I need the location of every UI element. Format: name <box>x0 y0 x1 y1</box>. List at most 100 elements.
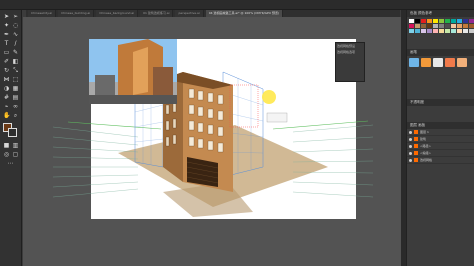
right-panel-dock: 色板 颜色参考 画笔 不透明度 图层 画板 图层 1 建筑 <路径> <编组> … <box>406 10 474 266</box>
gradient-tool-icon[interactable]: ▤ <box>12 94 19 101</box>
swatch[interactable] <box>409 19 414 23</box>
brush-thumbnail[interactable] <box>433 58 443 67</box>
swatch[interactable] <box>427 29 432 33</box>
screen-mode-icon[interactable]: ▢ <box>12 151 19 158</box>
swatch[interactable] <box>421 19 426 23</box>
swatch[interactable] <box>415 24 420 28</box>
zoom-tool-icon[interactable]: ⌕ <box>12 112 19 119</box>
swatch[interactable] <box>427 19 432 23</box>
swatch[interactable] <box>457 19 462 23</box>
direct-selection-tool-icon[interactable]: ➢ <box>12 13 19 20</box>
tab-document-active[interactable]: 04 透视画城堡工具.ai* @ 100% (CMYK/GPU 预览) <box>205 10 284 17</box>
brush-thumbnail[interactable] <box>457 58 467 67</box>
eraser-icon[interactable]: ◧ <box>12 58 19 65</box>
layers-panel-header[interactable]: 图层 画板 <box>407 122 474 129</box>
tab-document[interactable]: perspective.ai <box>175 10 204 17</box>
swatch[interactable] <box>463 29 468 33</box>
layer-row[interactable]: <编组> <box>407 150 474 157</box>
swatch[interactable] <box>451 24 456 28</box>
panel-subtitle: 透视网格选项 <box>337 50 356 54</box>
draw-mode-icon[interactable]: ◎ <box>3 151 10 158</box>
swatch[interactable] <box>445 29 450 33</box>
swatch[interactable] <box>421 29 426 33</box>
layer-row[interactable]: <路径> <box>407 143 474 150</box>
swatch[interactable] <box>451 19 456 23</box>
perspective-grid-icon[interactable]: ▦ <box>12 85 19 92</box>
swatch[interactable] <box>439 19 444 23</box>
swatch[interactable] <box>433 19 438 23</box>
menu-bar <box>0 0 474 10</box>
visibility-eye-icon[interactable] <box>409 144 412 148</box>
tab-document[interactable]: 01 建筑透视练习.ai <box>140 10 174 17</box>
swatch[interactable] <box>445 24 450 28</box>
swatch[interactable] <box>409 29 414 33</box>
swatch[interactable] <box>439 29 444 33</box>
free-transform-icon[interactable]: ⬚ <box>12 76 19 83</box>
magic-wand-icon[interactable]: ✦ <box>3 22 10 29</box>
pen-tool-icon[interactable]: ✒ <box>3 31 10 38</box>
swatch[interactable] <box>409 24 414 28</box>
rectangle-tool-icon[interactable]: ▭ <box>3 49 10 56</box>
visibility-eye-icon[interactable] <box>409 151 412 155</box>
swatch[interactable] <box>421 24 426 28</box>
swatch[interactable] <box>415 19 420 23</box>
swatch[interactable] <box>433 24 438 28</box>
layer-row[interactable]: 透视网格 <box>407 157 474 164</box>
selection-bounding-box <box>229 84 259 128</box>
swatch[interactable] <box>415 29 420 33</box>
layer-row[interactable]: 建筑 <box>407 136 474 143</box>
brush-thumbnail[interactable] <box>421 58 431 67</box>
type-tool-icon[interactable]: T <box>3 40 10 47</box>
rotate-tool-icon[interactable]: ↻ <box>3 67 10 74</box>
tab-document[interactable]: Chinese_building.ai <box>58 10 95 17</box>
swatch[interactable] <box>427 24 432 28</box>
swatch[interactable] <box>469 19 474 23</box>
gradient-mode-icon[interactable]: ▥ <box>12 142 19 149</box>
brush-thumbnail[interactable] <box>409 58 419 67</box>
layer-color-chip <box>414 158 418 162</box>
swatch[interactable] <box>463 24 468 28</box>
scale-tool-icon[interactable]: ⤡ <box>12 67 19 74</box>
line-tool-icon[interactable]: / <box>12 40 19 47</box>
stroke-color-swatch[interactable] <box>8 128 17 137</box>
swatch[interactable] <box>445 19 450 23</box>
tools-panel: ➤ ➢ ✦ ◌ ✒ ∿ T / ▭ ✎ ✐ ◧ ↻ ⤡ ⋈ ⬚ ◑ ▦ # ▤ … <box>0 10 22 266</box>
swatch[interactable] <box>469 29 474 33</box>
visibility-eye-icon[interactable] <box>409 158 412 162</box>
brush-thumbnail[interactable] <box>445 58 455 67</box>
layer-name: 建筑 <box>420 137 427 141</box>
visibility-eye-icon[interactable] <box>409 130 412 134</box>
curvature-tool-icon[interactable]: ∿ <box>12 31 19 38</box>
selection-tool-icon[interactable]: ➤ <box>3 13 10 20</box>
more-tools-icon[interactable]: ⋯ <box>7 160 14 167</box>
swatch[interactable] <box>457 24 462 28</box>
perspective-grid-left <box>52 126 139 198</box>
shaper-tool-icon[interactable]: ✐ <box>3 58 10 65</box>
shape-builder-icon[interactable]: ◑ <box>3 85 10 92</box>
swatches-grid <box>407 17 474 35</box>
swatch[interactable] <box>463 19 468 23</box>
eyedropper-icon[interactable]: ⌁ <box>3 103 10 110</box>
lasso-icon[interactable]: ◌ <box>12 22 19 29</box>
blend-tool-icon[interactable]: ∞ <box>12 103 19 110</box>
visibility-eye-icon[interactable] <box>409 137 412 141</box>
swatch[interactable] <box>457 29 462 33</box>
opacity-panel-header[interactable]: 不透明度 <box>407 99 474 106</box>
paintbrush-icon[interactable]: ✎ <box>12 49 19 56</box>
layer-color-chip <box>414 137 418 141</box>
brushes-panel-header[interactable]: 画笔 <box>407 49 474 56</box>
swatch[interactable] <box>439 24 444 28</box>
mesh-tool-icon[interactable]: # <box>3 94 10 101</box>
layer-row[interactable]: 图层 1 <box>407 129 474 136</box>
swatch[interactable] <box>451 29 456 33</box>
canvas-area[interactable]: 透视网格预设 透视网格选项 <box>23 17 401 266</box>
hand-tool-icon[interactable]: ✋ <box>3 112 10 119</box>
width-tool-icon[interactable]: ⋈ <box>3 76 10 83</box>
swatch[interactable] <box>469 24 474 28</box>
tab-document[interactable]: Chinese_background.ai <box>96 10 139 17</box>
swatch[interactable] <box>433 29 438 33</box>
color-mode-icon[interactable]: ■ <box>3 142 10 149</box>
swatches-panel-header[interactable]: 色板 颜色参考 <box>407 10 474 17</box>
reference-photo <box>89 39 177 104</box>
tab-document[interactable]: ChineseCity.ai <box>28 10 57 17</box>
